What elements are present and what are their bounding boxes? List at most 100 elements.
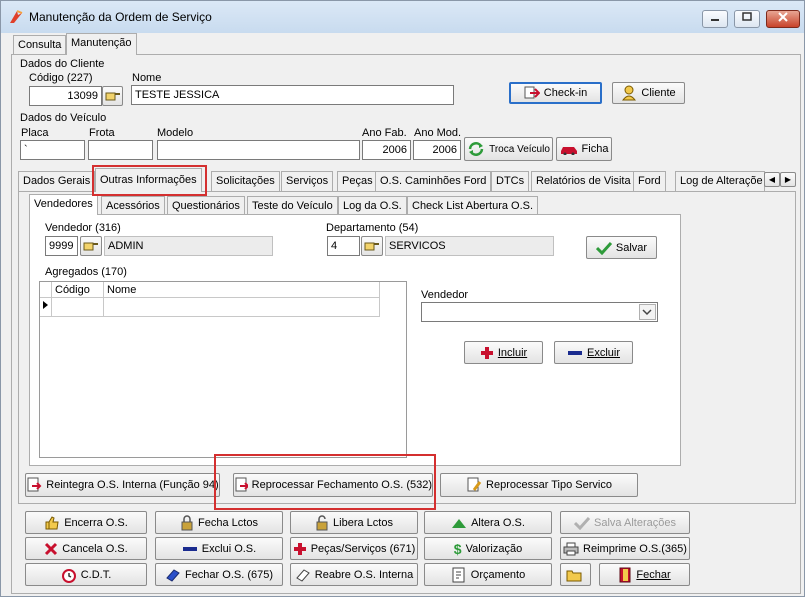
cancela-os-button[interactable]: Cancela O.S. (25, 537, 147, 560)
ficha-button[interactable]: Ficha (556, 137, 612, 161)
salva-alteracoes-button[interactable]: Salva Alterações (560, 511, 690, 534)
modelo-field[interactable] (157, 140, 360, 160)
checkin-button[interactable]: Check-in (509, 82, 602, 104)
fechar-os-button[interactable]: Fechar O.S. (675) (155, 563, 283, 586)
column-label: Nome (107, 284, 137, 296)
veiculo-section-title: Dados do Veículo (20, 112, 107, 124)
tab-solicitacoes[interactable]: Solicitações (211, 171, 280, 191)
exclui-os-button[interactable]: Exclui O.S. (155, 537, 283, 560)
column-header-codigo[interactable]: Código (52, 282, 104, 298)
dollar-icon: $ (453, 540, 462, 557)
subtab-vendedores[interactable]: Vendedores (29, 194, 98, 215)
reprocessar-tipo-servico-button[interactable]: Reprocessar Tipo Servico (440, 473, 638, 497)
tab-label: DTCs (496, 175, 525, 187)
subtab-check-list[interactable]: Check List Abertura O.S. (407, 196, 539, 216)
subtab-questionarios[interactable]: Questionários (167, 196, 245, 216)
subtab-label: Acessórios (106, 200, 160, 212)
nome-label: Nome (132, 72, 162, 84)
frota-field[interactable] (88, 140, 153, 160)
reintegra-os-button[interactable]: Reintegra O.S. Interna (Função 94) (25, 473, 220, 497)
cliente-section-title: Dados do Cliente (20, 58, 105, 70)
libera-lctos-button[interactable]: Libera Lctos (290, 511, 418, 534)
table-row-cell[interactable] (52, 298, 104, 317)
departamento-search-button[interactable] (361, 236, 383, 256)
plus-icon (293, 542, 306, 555)
table-row-cell[interactable] (104, 298, 380, 317)
vendedor-label: Vendedor (316) (45, 222, 121, 234)
swap-arrows-icon (468, 142, 484, 156)
valorizacao-button[interactable]: $ Valorização (424, 537, 552, 560)
button-label: Peças/Serviços (671) (310, 542, 416, 555)
thumbs-up-icon (45, 515, 59, 529)
cdt-button[interactable]: C.D.T. (25, 563, 147, 586)
troca-veiculo-label: Troca Veículo (489, 143, 550, 155)
altera-os-button[interactable]: Altera O.S. (424, 511, 552, 534)
reabre-os-interna-button[interactable]: Reabre O.S. Interna (290, 563, 418, 586)
subtab-label: Questionários (172, 200, 240, 212)
incluir-button[interactable]: Incluir (464, 341, 543, 364)
fechar-button[interactable]: Fechar (599, 563, 690, 586)
codigo-search-button[interactable] (102, 86, 123, 106)
tab-relatorios-visita[interactable]: Relatórios de Visita (531, 171, 636, 191)
pointing-hand-icon (364, 242, 379, 251)
tab-os-caminhoes-ford[interactable]: O.S. Caminhões Ford (375, 171, 492, 191)
subtab-log-os[interactable]: Log da O.S. (338, 196, 407, 216)
select-dropdown-button[interactable] (639, 304, 656, 320)
reimprime-os-button[interactable]: Reimprime O.S.(365) (560, 537, 690, 560)
tab-manutencao[interactable]: Manutenção (66, 33, 137, 55)
maximize-button[interactable] (734, 10, 760, 28)
troca-veiculo-button[interactable]: Troca Veículo (464, 137, 553, 161)
cliente-button-label: Cliente (641, 87, 676, 99)
printer-icon (563, 542, 579, 555)
tab-ford[interactable]: Ford (633, 171, 666, 191)
column-label: Código (55, 284, 90, 296)
reprocessar-fechamento-button[interactable]: Reprocessar Fechamento O.S. (532) (233, 473, 433, 497)
tab-label: O.S. Caminhões Ford (380, 175, 487, 187)
agregado-vendedor-select[interactable] (421, 302, 658, 322)
departamento-name-field: SERVICOS (385, 236, 554, 256)
ano-fab-field[interactable]: 2006 (362, 140, 411, 160)
tab-outras-informacoes[interactable]: Outras Informações (95, 168, 202, 192)
departamento-label: Departamento (54) (326, 222, 419, 234)
tab-servicos[interactable]: Serviços (281, 171, 334, 191)
tab-dados-gerais[interactable]: Dados Gerais (18, 171, 96, 191)
vendedor-code-field[interactable]: 9999 (45, 236, 78, 256)
close-window-button[interactable] (766, 10, 800, 28)
tab-consulta[interactable]: Consulta (13, 35, 67, 55)
nome-field[interactable]: TESTE JESSICA (131, 85, 454, 105)
column-header-nome[interactable]: Nome (104, 282, 380, 298)
button-label: Libera Lctos (333, 516, 393, 529)
subtab-label: Teste do Veículo (252, 200, 333, 212)
vendedor-search-button[interactable] (80, 236, 102, 256)
departamento-code-field[interactable]: 4 (327, 236, 360, 256)
ficha-label: Ficha (581, 143, 609, 155)
tab-scroll-right[interactable]: ▶ (780, 172, 796, 187)
tab-label: Dados Gerais (23, 175, 91, 187)
subtab-acessorios[interactable]: Acessórios (101, 196, 165, 216)
modelo-label: Modelo (157, 127, 194, 139)
tab-dtcs[interactable]: DTCs (491, 171, 530, 191)
agregados-grid[interactable]: Código Nome (39, 281, 407, 458)
person-icon (622, 85, 637, 101)
tab-log-alteracoes[interactable]: Log de Alteraçõe (675, 171, 765, 191)
pecas-servicos-button[interactable]: Peças/Serviços (671) (290, 537, 418, 560)
cliente-button[interactable]: Cliente (612, 82, 685, 104)
ano-mod-field[interactable]: 2006 (413, 140, 461, 160)
orcamento-button[interactable]: Orçamento (424, 563, 552, 586)
excluir-button[interactable]: Excluir (554, 341, 633, 364)
button-label: C.D.T. (80, 568, 112, 581)
minimize-button[interactable] (702, 10, 728, 28)
tab-scroll-left[interactable]: ◀ (764, 172, 780, 187)
folder-icon (566, 570, 581, 581)
button-label: Orçamento (470, 568, 526, 581)
encerra-os-button[interactable]: Encerra O.S. (25, 511, 147, 534)
fecha-lctos-button[interactable]: Fecha Lctos (155, 511, 283, 534)
app-logo-icon (10, 10, 23, 23)
codigo-field[interactable]: 13099 (29, 86, 102, 106)
open-folder-button[interactable] (560, 563, 591, 586)
tab-pecas[interactable]: Peças (337, 171, 378, 191)
placa-field[interactable]: ` (20, 140, 85, 160)
salvar-button[interactable]: Salvar (586, 236, 657, 259)
subtab-teste-veiculo[interactable]: Teste do Veículo (247, 196, 338, 216)
reintegra-label: Reintegra O.S. Interna (Função 94) (46, 479, 219, 491)
